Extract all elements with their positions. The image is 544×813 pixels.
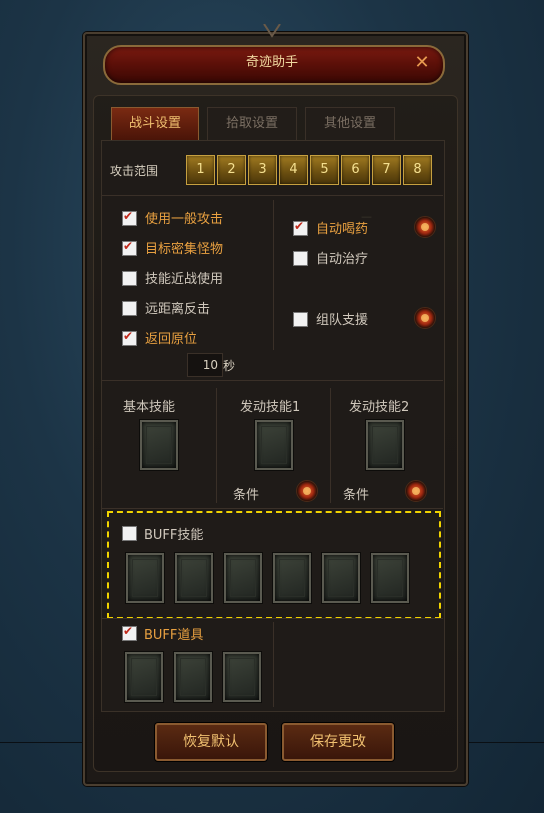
active-skill-1-slot[interactable] [255, 420, 293, 470]
buff-skill-slot[interactable] [371, 553, 409, 603]
active-skill-2-slot[interactable] [366, 420, 404, 470]
divider [216, 388, 217, 503]
condition-label: 条件 [233, 488, 260, 503]
buff-item-checkbox[interactable] [122, 624, 137, 641]
condition-label: 条件 [343, 488, 370, 503]
buff-item-slot[interactable] [174, 652, 212, 702]
return-seconds-field[interactable]: 10 [187, 353, 223, 377]
save-changes-button[interactable]: 保存更改 [282, 723, 394, 761]
close-icon[interactable]: ✕ [412, 53, 432, 73]
tab-other[interactable]: 其他设置 [305, 107, 395, 141]
range-button-6[interactable]: 6 [341, 155, 370, 185]
basic-skill-label: 基本技能 [123, 400, 176, 415]
gear-icon[interactable] [296, 480, 318, 502]
option-label: 自动治疗 [316, 252, 369, 267]
restore-default-button[interactable]: 恢复默认 [155, 723, 267, 761]
option-checkbox[interactable] [122, 239, 137, 256]
divider [101, 380, 443, 381]
seconds-unit-label: 秒 [223, 359, 236, 373]
buff-skill-slot[interactable] [224, 553, 262, 603]
tab-pickup[interactable]: 拾取设置 [207, 107, 297, 141]
option-checkbox[interactable] [122, 271, 137, 286]
range-button-7[interactable]: 7 [372, 155, 401, 185]
buff-skill-label: BUFF技能 [144, 528, 204, 543]
option-label: 使用一般攻击 [145, 212, 224, 227]
option-checkbox[interactable] [293, 312, 308, 327]
option-label: 目标密集怪物 [145, 242, 224, 257]
buff-skill-slot[interactable] [126, 553, 164, 603]
divider [101, 618, 443, 619]
option-checkbox[interactable] [293, 251, 308, 266]
buff-skill-checkbox[interactable] [122, 526, 137, 541]
divider [101, 195, 443, 196]
option-label: 组队支援 [316, 313, 369, 328]
active-skill-1-label: 发动技能1 [240, 400, 301, 415]
basic-skill-slot[interactable] [140, 420, 178, 470]
range-button-2[interactable]: 2 [217, 155, 246, 185]
divider [330, 388, 331, 503]
buff-item-label: BUFF道具 [144, 628, 204, 643]
buff-skill-slot[interactable] [322, 553, 360, 603]
range-button-4[interactable]: 4 [279, 155, 308, 185]
gear-icon[interactable] [405, 480, 427, 502]
top-ornament-icon [263, 24, 281, 38]
option-checkbox[interactable] [122, 329, 137, 346]
option-checkbox[interactable] [122, 209, 137, 226]
gear-icon[interactable] [414, 216, 436, 238]
range-button-5[interactable]: 5 [310, 155, 339, 185]
divider [101, 508, 443, 509]
window-title: 奇迹助手 [245, 55, 298, 70]
divider [273, 622, 274, 707]
option-checkbox[interactable] [122, 301, 137, 316]
range-button-8[interactable]: 8 [403, 155, 432, 185]
range-button-1[interactable]: 1 [186, 155, 215, 185]
range-button-3[interactable]: 3 [248, 155, 277, 185]
option-checkbox[interactable] [293, 219, 308, 236]
option-label: 自动喝药 [316, 222, 369, 237]
divider [273, 200, 274, 350]
option-label: 返回原位 [145, 332, 198, 347]
tab-combat[interactable]: 战斗设置 [111, 107, 199, 141]
option-label: 远距离反击 [145, 302, 211, 317]
option-label: 技能近战使用 [145, 272, 224, 287]
active-skill-2-label: 发动技能2 [349, 400, 410, 415]
buff-item-slot[interactable] [223, 652, 261, 702]
buff-item-slot[interactable] [125, 652, 163, 702]
buff-skill-slot[interactable] [175, 553, 213, 603]
attack-range-label: 攻击范围 [110, 164, 159, 178]
gear-icon[interactable] [414, 307, 436, 329]
buff-skill-slot[interactable] [273, 553, 311, 603]
